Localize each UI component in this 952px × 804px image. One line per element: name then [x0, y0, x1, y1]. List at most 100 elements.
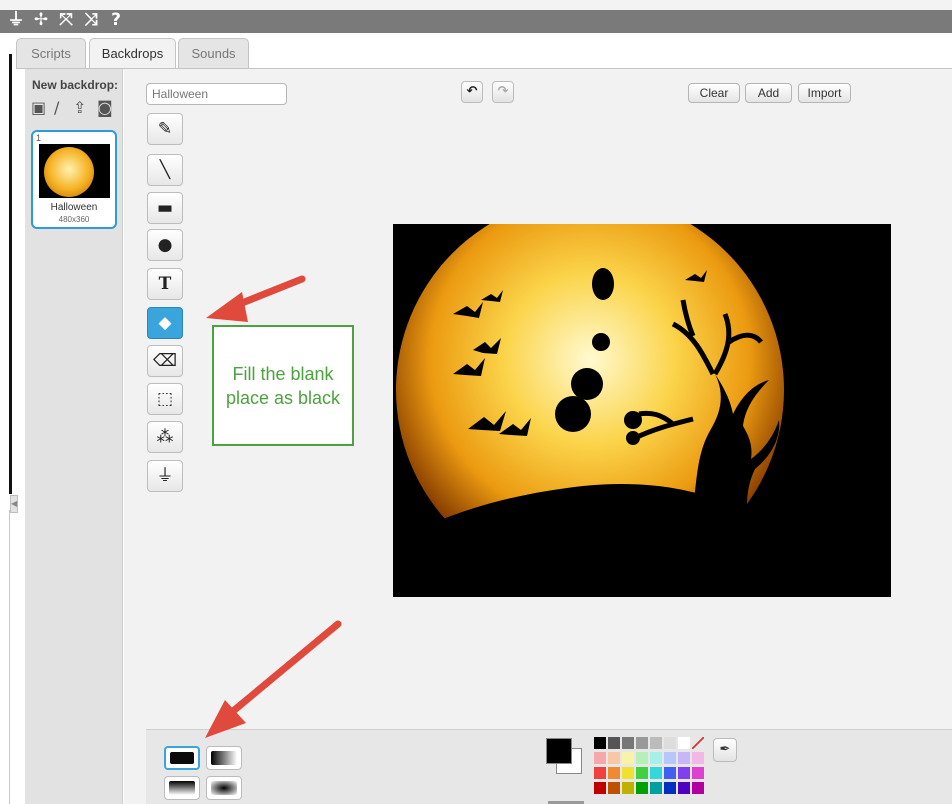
- stamp-tool[interactable]: ⏚: [147, 460, 183, 492]
- backdrop-sidebar: New backdrop: ▣ / ⇪ ◙ 1 Halloween 480x36…: [25, 69, 123, 804]
- eraser-icon: ⌫: [152, 351, 178, 371]
- primary-color-swatch[interactable]: [546, 738, 572, 764]
- color-swatch[interactable]: [692, 767, 704, 779]
- color-swatch[interactable]: [678, 737, 690, 749]
- tab-backdrops[interactable]: Backdrops: [89, 38, 176, 70]
- fill-tool[interactable]: ◆: [147, 307, 183, 339]
- tab-sounds[interactable]: Sounds: [178, 38, 249, 68]
- camera-icon[interactable]: ◙: [97, 99, 113, 117]
- help-icon[interactable]: ?: [106, 10, 126, 30]
- color-swatch[interactable]: [594, 782, 606, 794]
- ellipse-tool[interactable]: ●: [147, 229, 183, 261]
- drawing-canvas[interactable]: [393, 224, 891, 597]
- backdrop-item[interactable]: 1 Halloween 480x360: [31, 130, 117, 229]
- brush-icon: ✎: [157, 119, 173, 139]
- color-swatch[interactable]: [650, 767, 662, 779]
- color-swatch[interactable]: [608, 782, 620, 794]
- grow-icon[interactable]: ✢: [31, 10, 51, 30]
- moon-thumbnail: [44, 147, 94, 197]
- color-swatch[interactable]: [608, 767, 620, 779]
- costume-name-input[interactable]: [146, 83, 287, 105]
- halloween-artwork: [393, 224, 891, 597]
- color-swatch[interactable]: [692, 752, 704, 764]
- collapse-stage-handle[interactable]: ◀: [10, 495, 18, 513]
- radial-gradient-button[interactable]: [206, 776, 242, 800]
- vertical-gradient-swatch: [169, 781, 195, 795]
- color-panel: ✒: [146, 729, 952, 804]
- add-button[interactable]: Add: [745, 83, 792, 103]
- pumpkin-right: [624, 411, 642, 429]
- library-icon[interactable]: ▣: [31, 99, 46, 117]
- vertical-gradient-button[interactable]: [164, 776, 200, 800]
- color-swatch[interactable]: [636, 737, 648, 749]
- backdrop-index: 1: [36, 133, 42, 143]
- stage-preview-edge: [9, 54, 12, 494]
- pumpkin-center: [555, 396, 591, 432]
- pumpkin-large: [571, 368, 603, 400]
- color-swatch[interactable]: [664, 737, 676, 749]
- backdrop-size: 480x360: [58, 215, 90, 224]
- magic-select-icon: ⁂: [156, 427, 174, 447]
- eyedropper-icon[interactable]: ✒: [713, 738, 737, 762]
- import-button[interactable]: Import: [798, 83, 851, 103]
- paint-icon[interactable]: /: [54, 99, 59, 117]
- select-icon: ⬚: [156, 389, 174, 409]
- undo-icon[interactable]: ↶: [461, 81, 483, 103]
- stage-edge: ◀: [0, 40, 18, 804]
- upload-icon[interactable]: ⇪: [73, 99, 86, 117]
- color-swatch[interactable]: [636, 782, 648, 794]
- color-swatch[interactable]: [636, 767, 648, 779]
- redo-icon[interactable]: ↷: [492, 81, 514, 103]
- color-swatch[interactable]: [650, 737, 662, 749]
- horizontal-gradient-button[interactable]: [206, 746, 242, 770]
- color-swatch[interactable]: [692, 782, 704, 794]
- pumpkin-small: [626, 431, 640, 445]
- color-swatch[interactable]: [636, 752, 648, 764]
- expand-icon[interactable]: ⤧: [56, 10, 76, 30]
- color-swatch[interactable]: [650, 752, 662, 764]
- new-backdrop-label: New backdrop:: [32, 78, 119, 92]
- shrink-icon[interactable]: ⤨: [81, 10, 101, 30]
- color-swatch[interactable]: [664, 752, 676, 764]
- stamp-icon[interactable]: ⏚: [6, 10, 26, 30]
- color-swatch[interactable]: [608, 752, 620, 764]
- rectangle-tool[interactable]: ▬: [147, 192, 183, 224]
- owl: [592, 268, 614, 300]
- text-tool[interactable]: T: [147, 268, 183, 300]
- color-swatch[interactable]: [622, 752, 634, 764]
- backdrop-thumbnail: [39, 144, 110, 198]
- tab-scripts[interactable]: Scripts: [16, 38, 86, 68]
- color-swatch[interactable]: [664, 767, 676, 779]
- paint-bucket-icon: ◆: [158, 313, 172, 333]
- line-icon: ╲: [159, 160, 171, 180]
- divider: [9, 510, 10, 804]
- clear-button[interactable]: Clear: [688, 83, 740, 103]
- color-swatch[interactable]: [678, 782, 690, 794]
- rectangle-icon: ▬: [156, 198, 174, 218]
- select-erase-tool[interactable]: ⁂: [147, 421, 183, 453]
- color-swatch[interactable]: [678, 752, 690, 764]
- paint-editor-screen: ⏚ ✢ ⤧ ⤨ ? ◀ Scripts Backdrops Sounds New…: [0, 0, 952, 804]
- color-swatch[interactable]: [594, 737, 606, 749]
- color-palette: [594, 737, 714, 804]
- color-swatch[interactable]: [650, 782, 662, 794]
- select-tool[interactable]: ⬚: [147, 383, 183, 415]
- color-swatch[interactable]: [622, 737, 634, 749]
- ellipse-icon: ●: [157, 235, 173, 255]
- eraser-tool[interactable]: ⌫: [147, 345, 183, 377]
- color-swatch[interactable]: [622, 782, 634, 794]
- line-tool[interactable]: ╲: [147, 154, 183, 186]
- color-swatch[interactable]: [622, 767, 634, 779]
- color-swatch[interactable]: [608, 737, 620, 749]
- color-swatch[interactable]: [664, 782, 676, 794]
- transparent-swatch[interactable]: [692, 737, 704, 749]
- text-icon: T: [158, 274, 172, 294]
- paint-editor: ↶ ↷ Clear Add Import ✎ ╲ ▬ ● T ◆ ⌫ ⬚ ⁂ ⏚…: [124, 69, 952, 804]
- solid-fill-button[interactable]: [164, 746, 200, 770]
- color-swatch[interactable]: [678, 767, 690, 779]
- radial-gradient-swatch: [211, 781, 237, 795]
- color-swatch[interactable]: [594, 752, 606, 764]
- solid-fill-swatch: [170, 752, 194, 764]
- color-swatch[interactable]: [594, 767, 606, 779]
- brush-tool[interactable]: ✎: [147, 113, 183, 145]
